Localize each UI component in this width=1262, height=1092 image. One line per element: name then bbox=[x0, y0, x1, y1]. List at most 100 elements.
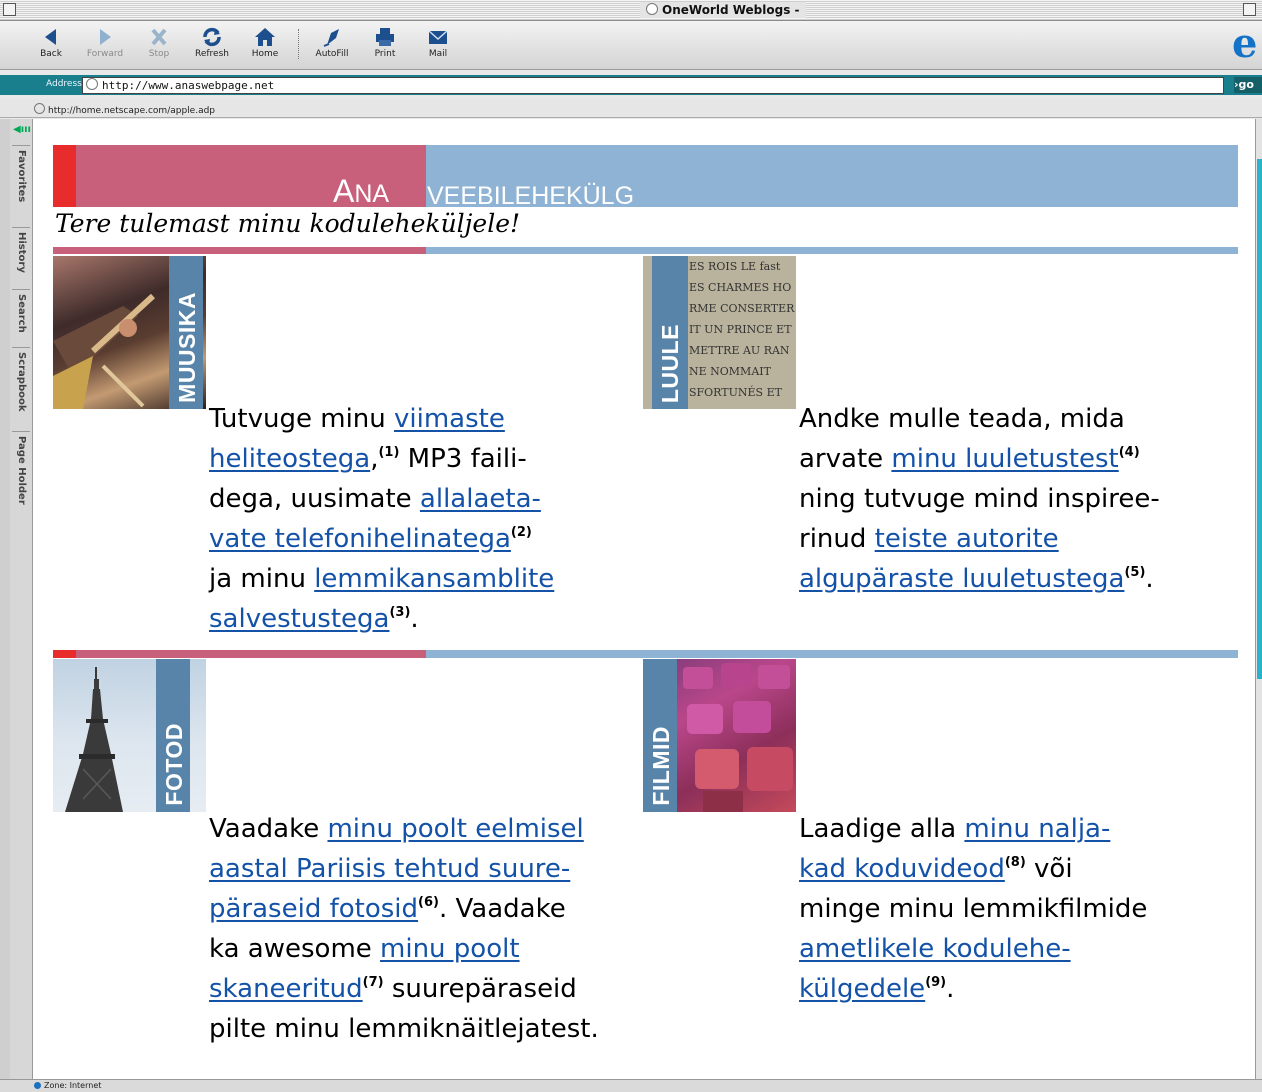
tab-scrapbook-label: Scrapbook bbox=[16, 352, 27, 412]
internet-zone-icon bbox=[34, 1082, 41, 1089]
poem-image-line: IT UN PRINCE ET bbox=[689, 323, 792, 336]
poem-image-line: NE NOMMAIT bbox=[689, 365, 771, 378]
tab-page-holder-label: Page Holder bbox=[16, 436, 27, 505]
poetry-link-other-authors-cont[interactable]: algupäraste luuletustega bbox=[799, 564, 1124, 594]
movies-line-1: Laadige alla minu nalja- bbox=[799, 809, 1110, 849]
address-input[interactable]: http://www.anaswebpage.net bbox=[82, 77, 1224, 94]
poetry-link-my-poems[interactable]: minu luuletustest bbox=[891, 444, 1118, 474]
music-link-ringtones-cont[interactable]: vate telefonihelinatega bbox=[209, 524, 511, 554]
photos-line-1: Vaadake minu poolt eelmisel bbox=[209, 809, 584, 849]
welcome-heading: Tere tulemast minu koduleheküljele! bbox=[55, 209, 525, 238]
music-link-latest-cont[interactable]: heliteostega bbox=[209, 444, 370, 474]
page-globe-icon bbox=[646, 3, 658, 15]
photos-line-4: ka awesome minu poolt bbox=[209, 929, 520, 969]
refresh-button[interactable]: Refresh bbox=[187, 25, 237, 59]
photos-text: suurepäraseid bbox=[383, 974, 577, 1004]
movies-link-official-sites-cont[interactable]: külgedele bbox=[799, 974, 925, 1004]
music-line-5: ja minu lemmikansamblite bbox=[209, 559, 554, 599]
eiffel-tower-photo bbox=[65, 667, 123, 812]
back-button[interactable]: Back bbox=[26, 25, 76, 59]
movies-link-home-videos[interactable]: minu nalja- bbox=[964, 814, 1110, 844]
music-line-3: dega, uusimate allalaeta- bbox=[209, 479, 541, 519]
footnote-3: (3) bbox=[389, 605, 411, 620]
photos-text: ka awesome bbox=[209, 934, 381, 964]
favorites-bar-item[interactable]: http://home.netscape.com/apple.adp bbox=[34, 103, 215, 116]
banner-blue-rule bbox=[426, 247, 1238, 254]
poetry-line-5: algupäraste luuletustega(5). bbox=[799, 559, 1154, 599]
scrollbar-thumb[interactable] bbox=[1257, 159, 1262, 679]
refresh-icon bbox=[203, 27, 221, 47]
poem-image-line: METTRE AU RAN bbox=[689, 344, 790, 357]
movies-line-3: minge minu lemmikfilmide bbox=[799, 889, 1147, 929]
photos-line-6: pilte minu lemmiknäitlejatest. bbox=[209, 1009, 599, 1049]
music-line-2: heliteostega,(1) MP3 faili- bbox=[209, 439, 527, 479]
vertical-scrollbar[interactable] bbox=[1255, 119, 1262, 1079]
go-button[interactable]: ›go bbox=[1234, 77, 1262, 93]
music-text: dega, uusimate bbox=[209, 484, 420, 514]
poetry-section-image[interactable]: ES ROIS LE fast ES CHARMES HO RME CONSER… bbox=[643, 256, 796, 409]
photos-link-paris-end[interactable]: päraseid fotosid bbox=[209, 894, 418, 924]
music-section-image[interactable]: MUUSIKA bbox=[53, 256, 206, 409]
photos-link-scanned-cont[interactable]: skaneeritud bbox=[209, 974, 363, 1004]
mail-button[interactable]: Mail bbox=[413, 25, 463, 59]
music-text: Tutvuge minu bbox=[209, 404, 395, 434]
movies-link-home-videos-cont[interactable]: kad koduvideod bbox=[799, 854, 1005, 884]
footnote-6: (6) bbox=[418, 895, 439, 910]
tab-history[interactable]: History bbox=[12, 227, 30, 290]
print-button[interactable]: Print bbox=[360, 25, 410, 59]
home-icon bbox=[255, 28, 275, 46]
window-close-box[interactable] bbox=[3, 3, 16, 16]
poetry-label: LUULE bbox=[652, 256, 688, 403]
photos-text: Vaadake bbox=[209, 814, 328, 844]
music-line-4: vate telefonihelinatega(2) bbox=[209, 519, 532, 559]
address-bar: Address: http://www.anaswebpage.net ›go bbox=[0, 75, 1262, 95]
music-line-6: salvestustega(3). bbox=[209, 599, 419, 639]
back-arrow-icon bbox=[45, 29, 56, 45]
explorer-bar-toggle[interactable]: ◀ııı bbox=[13, 125, 31, 135]
movies-link-official-sites[interactable]: ametlikele kodulehe- bbox=[799, 934, 1071, 964]
stop-button[interactable]: Stop bbox=[134, 25, 184, 59]
movies-text: . bbox=[946, 974, 955, 1004]
banner-pink-rule bbox=[53, 247, 426, 254]
photos-section-image[interactable]: FOTOD bbox=[53, 659, 206, 812]
footnote-9: (9) bbox=[925, 975, 947, 990]
poetry-line-1: Andke mulle teada, mida bbox=[799, 399, 1125, 439]
photos-link-paris-cont[interactable]: aastal Pariisis tehtud suure- bbox=[209, 854, 570, 884]
photos-label-text: FOTOD bbox=[161, 723, 187, 806]
home-button[interactable]: Home bbox=[240, 25, 290, 59]
music-link-latest[interactable]: viimaste bbox=[394, 404, 505, 434]
tab-page-holder[interactable]: Page Holder bbox=[12, 431, 30, 514]
movies-section-image[interactable]: FILMID bbox=[643, 659, 796, 812]
movies-line-4: ametlikele kodulehe- bbox=[799, 929, 1071, 969]
photos-link-paris[interactable]: minu poolt eelmisel bbox=[327, 814, 583, 844]
forward-button[interactable]: Forward bbox=[80, 25, 130, 59]
stop-label: Stop bbox=[148, 49, 170, 59]
photos-link-scanned[interactable]: minu poolt bbox=[380, 934, 520, 964]
window-zoom-box[interactable] bbox=[1243, 3, 1256, 16]
window-left-edge bbox=[0, 119, 10, 1079]
poetry-link-other-authors[interactable]: teiste autorite bbox=[875, 524, 1059, 554]
tab-scrapbook[interactable]: Scrapbook bbox=[12, 347, 30, 432]
url-globe-icon bbox=[86, 78, 98, 90]
status-zone: Zone: Internet bbox=[34, 1081, 101, 1090]
forward-label: Forward bbox=[86, 49, 124, 59]
tab-favorites[interactable]: Favorites bbox=[12, 145, 30, 228]
toolbar-separator bbox=[298, 29, 300, 59]
window-title-text: OneWorld Weblogs - bbox=[662, 3, 800, 17]
tab-search[interactable]: Search bbox=[12, 289, 30, 348]
divider-red bbox=[53, 650, 76, 658]
music-link-ringtones[interactable]: allalaeta- bbox=[420, 484, 541, 514]
divider-pink bbox=[76, 650, 426, 658]
back-label: Back bbox=[40, 49, 62, 59]
poem-image-line: RME CONSERTER bbox=[689, 302, 795, 315]
music-link-bands-cont[interactable]: salvestustega bbox=[209, 604, 389, 634]
music-text: MP3 faili- bbox=[399, 444, 527, 474]
footnote-7: (7) bbox=[362, 975, 384, 990]
poem-image-line: ES ROIS LE fast bbox=[689, 260, 781, 273]
banner-red-block bbox=[53, 145, 76, 207]
music-link-bands[interactable]: lemmikansamblite bbox=[314, 564, 554, 594]
poetry-text: rinud bbox=[799, 524, 875, 554]
site-title-rest: NA bbox=[354, 180, 390, 208]
autofill-button[interactable]: AutoFill bbox=[307, 25, 357, 59]
footnote-5: (5) bbox=[1124, 565, 1146, 580]
